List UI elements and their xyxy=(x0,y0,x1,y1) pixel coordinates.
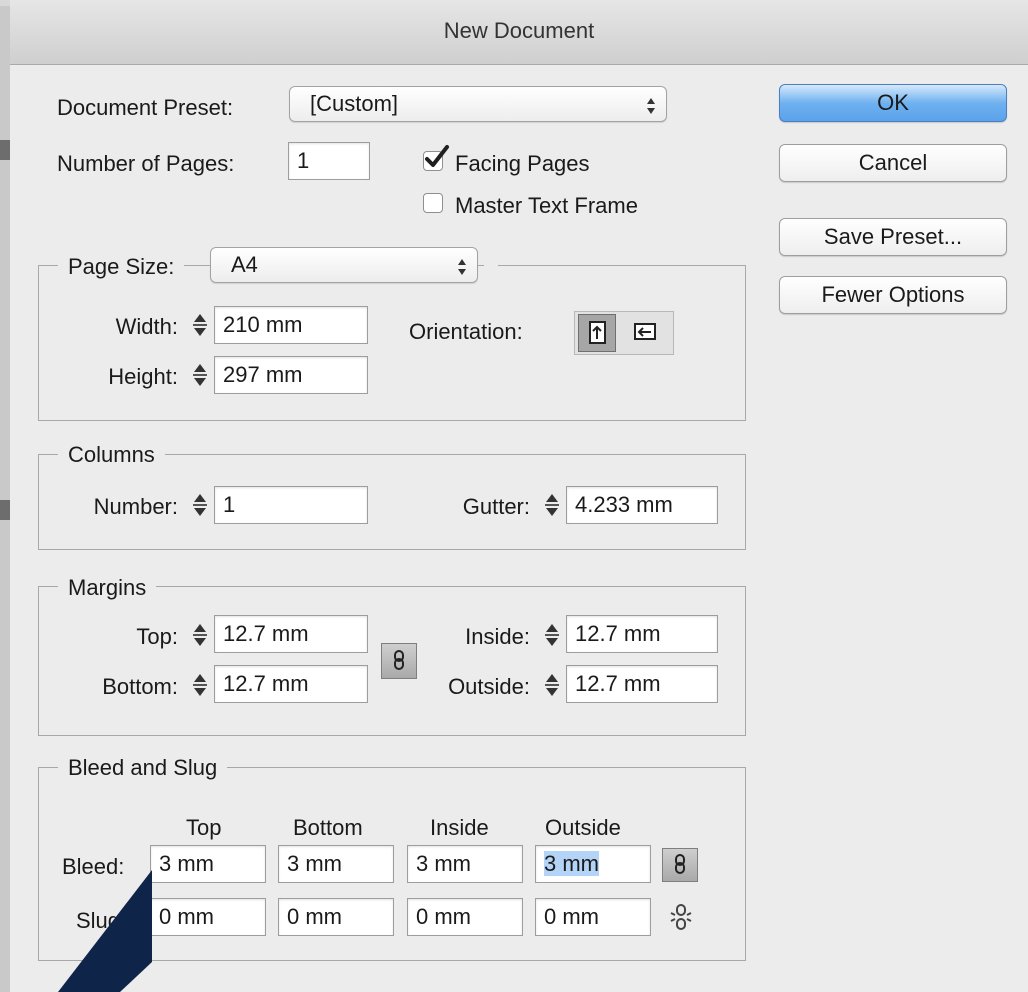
annotation-arrow-icon xyxy=(58,870,152,992)
